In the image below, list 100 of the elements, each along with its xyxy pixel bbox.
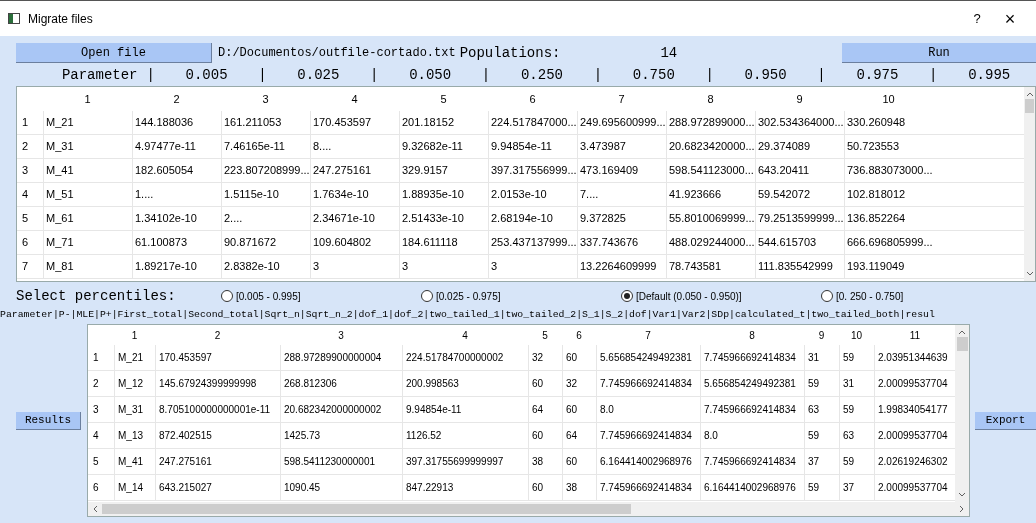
table-cell: 3 <box>399 255 488 278</box>
table-cell: 13.2264609999 <box>577 255 666 278</box>
table-cell: 184.611118 <box>399 231 488 254</box>
parameter-heading: 0.250 <box>519 65 564 85</box>
export-button[interactable]: Export <box>975 411 1036 430</box>
table-cell: M_71 <box>43 231 132 254</box>
table-cell: 59 <box>839 397 874 422</box>
parameter-heading: 0.750 <box>631 65 676 85</box>
table-cell: 59 <box>804 475 839 500</box>
table-cell: 1126.52 <box>402 423 528 448</box>
table-cell: 3.473987 <box>577 135 666 158</box>
radio-label[interactable]: [0.025 - 0.975] <box>436 288 501 304</box>
table-cell: 145.67924399999998 <box>155 371 280 396</box>
table-cell: 8.0 <box>700 423 804 448</box>
table-cell: 59 <box>804 423 839 448</box>
table-cell: 7.745966692414834 <box>596 371 700 396</box>
table-cell: M_12 <box>114 371 155 396</box>
table-cell: M_21 <box>114 345 155 370</box>
column-separator: | <box>480 65 492 85</box>
run-button[interactable]: Run <box>842 43 1036 63</box>
table-cell: 60 <box>562 397 596 422</box>
row-header: 5 <box>21 211 30 227</box>
table-cell: 31 <box>804 345 839 370</box>
parameter-heading: 0.995 <box>967 65 1012 85</box>
column-header: 9 <box>817 328 826 343</box>
radio-label[interactable]: [0. 250 - 0.750] <box>836 288 904 304</box>
table-cell: M_61 <box>43 207 132 230</box>
table-cell: 330.260948 <box>844 111 933 134</box>
table-cell: 473.169409 <box>577 159 666 182</box>
table-cell: 2.51433e-10 <box>399 207 488 230</box>
table-cell: 9.32682e-11 <box>399 135 488 158</box>
open-file-button[interactable]: Open file <box>16 43 212 63</box>
table-cell: 5.656854249492381 <box>596 345 700 370</box>
table-cell: 59 <box>839 449 874 474</box>
table-cell: 329.9157 <box>399 159 488 182</box>
table-cell: 224.51784700000002 <box>402 345 528 370</box>
row-header: 4 <box>92 429 100 443</box>
column-header: 6 <box>575 328 583 343</box>
table-cell: 136.852264 <box>844 207 933 230</box>
radio-label[interactable]: [Default (0.050 - 0.950)] <box>636 288 742 304</box>
table-cell: 102.818012 <box>844 183 933 206</box>
row-header: 2 <box>92 377 100 391</box>
table-cell: 666.696805999... <box>844 231 933 254</box>
table-cell: 7.745966692414834 <box>596 475 700 500</box>
table-cell: 268.812306 <box>280 371 402 396</box>
table-cell: 170.453597 <box>155 345 280 370</box>
table-cell: 253.437137999... <box>488 231 577 254</box>
percentiles-label: Select percentiles: <box>16 286 177 306</box>
table-cell: 78.743581 <box>666 255 755 278</box>
column-header: 1 <box>83 91 92 107</box>
table-cell: 288.972899000... <box>666 111 755 134</box>
table-cell: 60 <box>528 475 562 500</box>
table-cell: 2.... <box>221 207 310 230</box>
table-cell: M_51 <box>43 183 132 206</box>
table-cell: 90.871672 <box>221 231 310 254</box>
table-cell: 37 <box>839 475 874 500</box>
table-cell: 63 <box>839 423 874 448</box>
table-cell: 872.402515 <box>155 423 280 448</box>
column-header: 4 <box>350 91 359 107</box>
table-cell: 598.5411230000001 <box>280 449 402 474</box>
table-cell: 1090.45 <box>280 475 402 500</box>
table-cell: 1.... <box>132 183 221 206</box>
table-cell: 182.605054 <box>132 159 221 182</box>
table-cell: 1.89217e-10 <box>132 255 221 278</box>
table-cell: M_31 <box>43 135 132 158</box>
table-cell: 50.723553 <box>844 135 933 158</box>
table-cell: 63 <box>804 397 839 422</box>
table-cell: 32 <box>562 371 596 396</box>
table-cell: 64 <box>528 397 562 422</box>
table-cell: 7.... <box>577 183 666 206</box>
column-header: 6 <box>528 91 537 107</box>
table-cell: 4.97477e-11 <box>132 135 221 158</box>
table-cell: 488.029244000... <box>666 231 755 254</box>
table-cell: 31 <box>839 371 874 396</box>
radio-label[interactable]: [0.005 - 0.995] <box>236 288 301 304</box>
table-cell: 9.94854e-11 <box>488 135 577 158</box>
table-cell: 60 <box>528 423 562 448</box>
column-separator: | <box>369 65 380 85</box>
close-button[interactable]: × <box>992 6 1028 31</box>
results-button[interactable]: Results <box>16 411 81 430</box>
table-cell: 6.164414002968976 <box>700 475 804 500</box>
column-header: 1 <box>130 328 139 343</box>
populations-count: 14 <box>660 43 678 63</box>
table-cell: 37 <box>804 449 839 474</box>
column-header: 8 <box>748 328 756 343</box>
table-cell: M_21 <box>43 111 132 134</box>
column-header: 3 <box>261 91 270 107</box>
help-button[interactable]: ? <box>962 6 992 31</box>
table-cell: 9.94854e-11 <box>402 397 528 422</box>
table-cell: 7.46165e-11 <box>221 135 310 158</box>
column-header: 3 <box>337 328 345 343</box>
table-cell: 2.34671e-10 <box>310 207 399 230</box>
table-cell: 109.604802 <box>310 231 399 254</box>
row-header: 1 <box>92 351 100 365</box>
table-cell: 3 <box>310 255 399 278</box>
table-cell: 38 <box>528 449 562 474</box>
column-separator: | <box>928 65 939 85</box>
table-cell: 8.0 <box>596 397 700 422</box>
row-header: 3 <box>92 403 100 417</box>
row-header: 6 <box>21 235 30 251</box>
